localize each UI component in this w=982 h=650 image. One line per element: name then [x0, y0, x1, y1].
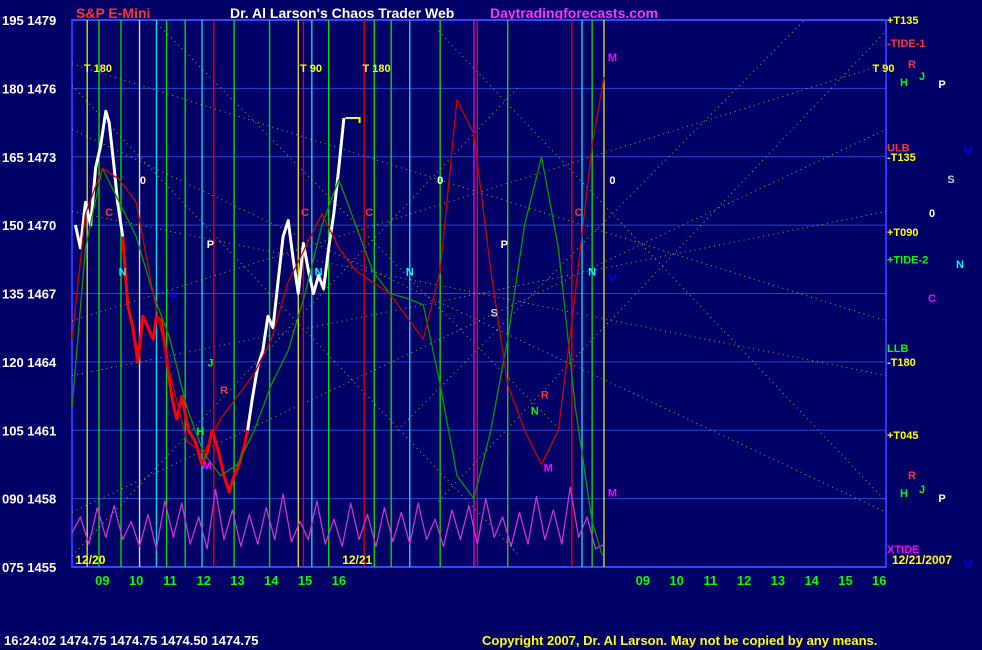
- copyright-notice: Copyright 2007, Dr. Al Larson. May not b…: [482, 633, 878, 648]
- chart-plot: 195 1479 180 1476 165 1473 150 1470 135 1467…: [2, 13, 972, 588]
- quote-readout: 16:24:02 1474.75 1474.75 1474.50 1474.75: [4, 633, 259, 648]
- t-cycle-label: T 180: [362, 63, 390, 75]
- right-level-label: +TIDE-2: [887, 254, 928, 266]
- y-tick-label: 195 1479: [2, 13, 56, 28]
- y-tick-label: 090 1458: [2, 492, 56, 507]
- planet-marker: P: [207, 239, 214, 251]
- side-marker: N: [956, 259, 964, 271]
- planet-marker: M: [544, 462, 553, 474]
- planet-marker: H: [196, 426, 204, 438]
- planet-marker: R: [220, 385, 228, 397]
- x-tick-label: 12: [196, 573, 210, 588]
- x-tick-label: 09: [636, 573, 650, 588]
- planet-marker: 0: [609, 175, 615, 187]
- y-tick-label: 105 1461: [2, 423, 56, 438]
- side-marker: H: [900, 77, 908, 89]
- y-tick-label: 120 1464: [2, 355, 57, 370]
- planet-marker: V: [609, 273, 617, 285]
- date-label: 12/20: [75, 553, 105, 567]
- planet-marker: M: [203, 460, 212, 472]
- y-tick-label: 165 1473: [2, 150, 56, 165]
- planet-marker: N: [531, 405, 539, 417]
- series-line: [71, 76, 605, 466]
- date-label: 12/21: [342, 553, 372, 567]
- side-marker: J: [919, 484, 925, 496]
- series-line: [246, 117, 346, 431]
- y-tick-label: 135 1467: [2, 287, 56, 302]
- x-tick-label: 11: [703, 573, 717, 588]
- planet-marker: M: [608, 52, 617, 64]
- x-tick-label: 16: [872, 573, 886, 588]
- planet-marker: C: [301, 207, 309, 219]
- side-marker: 0: [929, 208, 935, 220]
- side-marker: S: [947, 174, 954, 186]
- right-level-label: +T135: [887, 15, 919, 27]
- right-level-label: -TIDE-1: [887, 38, 926, 50]
- t-cycle-label: T 90: [300, 63, 322, 75]
- right-level-label: +T045: [887, 430, 919, 442]
- side-marker: J: [919, 71, 925, 83]
- x-tick-label: 14: [264, 573, 279, 588]
- series-line: [71, 486, 605, 550]
- x-tick-label: 11: [163, 573, 177, 588]
- side-marker: H: [900, 488, 908, 500]
- x-tick-label: 09: [95, 573, 109, 588]
- planet-marker: M: [608, 487, 617, 499]
- x-tick-label: 14: [804, 573, 819, 588]
- x-tick-label: 13: [771, 573, 785, 588]
- planet-marker: U: [169, 289, 177, 301]
- x-tick-label: 15: [838, 573, 852, 588]
- planet-marker: N: [588, 266, 596, 278]
- chart-screen: S&P E-Mini Dr. Al Larson's Chaos Trader …: [0, 0, 982, 650]
- planet-marker: C: [105, 207, 113, 219]
- planet-marker: P: [501, 239, 508, 251]
- planet-marker: N: [315, 266, 323, 278]
- planet-marker: J: [207, 357, 213, 369]
- side-marker: P: [938, 79, 945, 91]
- right-level-label: XTIDE: [887, 544, 919, 556]
- x-tick-label: 16: [332, 573, 346, 588]
- last-price-tick: [345, 117, 361, 124]
- side-marker: U: [964, 144, 972, 156]
- right-level-label: -T180: [887, 357, 916, 369]
- side-marker: R: [908, 59, 916, 71]
- side-marker: P: [938, 493, 945, 505]
- x-tick-label: 15: [298, 573, 312, 588]
- planet-marker: R: [541, 389, 549, 401]
- series-line: [71, 156, 603, 556]
- x-tick-label: 13: [230, 573, 244, 588]
- planet-marker: C: [365, 207, 373, 219]
- right-level-label: LLB: [887, 343, 908, 355]
- planet-marker: 0: [140, 175, 146, 187]
- x-tick-label: 12: [737, 573, 751, 588]
- planet-marker: N: [119, 266, 127, 278]
- t-cycle-label: T 180: [84, 63, 112, 75]
- side-marker: R: [908, 470, 916, 482]
- x-tick-label: 10: [669, 573, 683, 588]
- t-cycle-label: T 90: [872, 63, 894, 75]
- planet-marker: C: [575, 207, 583, 219]
- y-tick-label: 180 1476: [2, 81, 56, 96]
- side-marker: C: [928, 293, 936, 305]
- planet-marker: 0: [437, 175, 443, 187]
- right-level-label: -T135: [887, 152, 916, 164]
- planet-marker: N: [406, 266, 414, 278]
- side-marker: U: [964, 558, 972, 570]
- planet-marker: S: [491, 307, 498, 319]
- y-tick-label: 150 1470: [2, 218, 56, 233]
- x-tick-label: 10: [129, 573, 143, 588]
- y-tick-label: 075 1455: [2, 560, 56, 575]
- right-level-label: +T090: [887, 227, 919, 239]
